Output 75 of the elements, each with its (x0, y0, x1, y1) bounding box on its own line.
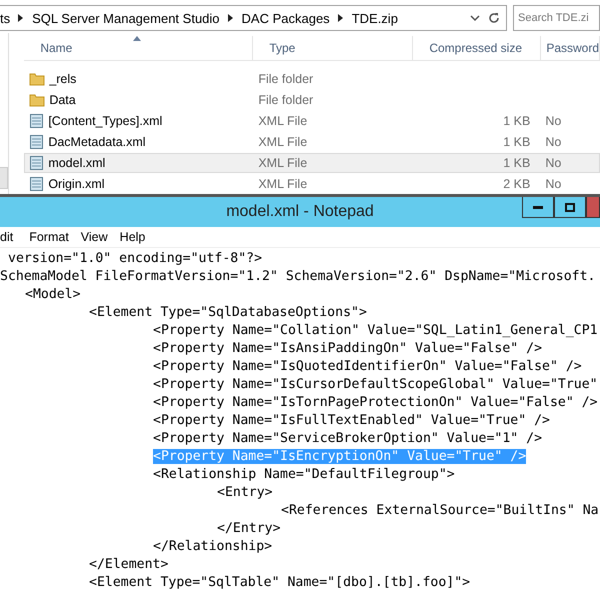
code-line: <Property Name="IsTornPageProtectionOn" Value="False" /> (153, 395, 598, 410)
file-row[interactable]: _rels File folder (24, 69, 600, 89)
file-row[interactable]: DacMetadata.xml XML File 1 KB No (24, 132, 600, 152)
chevron-icon (338, 14, 344, 22)
file-type: File folder (257, 93, 314, 107)
code-line: <Element Type="SqlDatabaseOptions"> (89, 305, 367, 320)
code-line: version="1.0" encoding="utf-8"?> (8, 251, 262, 266)
file-name: DacMetadata.xml (48, 135, 146, 149)
file-name: Origin.xml (48, 177, 105, 191)
code-line: <Element Type="SqlTable" Name="[dbo].[tb].foo]"> (89, 575, 470, 590)
file-type: XML File (257, 135, 308, 149)
breadcrumb-item[interactable]: SQL Server Management Studio (32, 10, 220, 26)
code-line: <Property Name="IsCursorDefaultScopeGlobal" Value="True" (153, 377, 598, 392)
chevron-icon (228, 14, 234, 22)
code-line: <Property Name="IsFullTextEnabled" Value="True" /> (153, 413, 550, 428)
column-header[interactable]: Password (541, 36, 600, 60)
file-size: 1 KB (503, 114, 532, 128)
chevron-icon (18, 14, 24, 22)
breadcrumb-item[interactable]: DAC Packages (242, 10, 330, 26)
code-line: <References ExternalSource="BuiltIns" Na (281, 503, 599, 518)
minimize-icon (533, 206, 543, 208)
file-name: [Content_Types].xml (48, 114, 162, 128)
document-icon (29, 155, 44, 171)
close-button[interactable] (586, 197, 600, 218)
file-row[interactable]: Data File folder (24, 90, 600, 110)
document-icon (29, 176, 44, 192)
code-line: <Property Name="ServiceBrokerOption" Value="1" /> (153, 431, 542, 446)
column-header[interactable]: Name (24, 36, 254, 60)
file-row[interactable]: [Content_Types].xml XML File 1 KB No (24, 111, 600, 131)
refresh-icon[interactable] (488, 12, 500, 24)
minimize-button[interactable] (522, 197, 554, 218)
file-name: model.xml (48, 156, 106, 170)
code-line: <Entry> (217, 485, 273, 500)
menu-item[interactable]: Format (29, 230, 69, 244)
file-name: Data (49, 93, 76, 107)
search-field[interactable]: Search TDE.zi (513, 5, 600, 31)
maximize-button[interactable] (554, 197, 586, 218)
maximize-icon (565, 202, 575, 212)
column-header[interactable]: Compressed size (413, 36, 542, 60)
code-line: </Entry> (217, 521, 281, 536)
file-name: _rels (49, 72, 76, 86)
file-password: No (544, 156, 562, 170)
file-type: XML File (257, 177, 308, 191)
document-icon (29, 134, 44, 150)
address-bar[interactable]: ts SQL Server Management Studio DAC Packages TDE.zip (0, 5, 507, 31)
file-size: 1 KB (503, 135, 532, 149)
document-icon (29, 113, 44, 129)
code-line: <Property Name="IsAnsiPaddingOn" Value="False" /> (153, 341, 542, 356)
code-line: </Relationship> (153, 539, 272, 554)
folder-icon (29, 93, 46, 107)
file-type: File folder (257, 72, 314, 86)
menu-item[interactable]: dit (0, 230, 14, 244)
code-line: SchemaModel FileFormatVersion="1.2" SchemaVersion="2.6" DspName="Microsoft. (0, 269, 596, 284)
code-line: <Relationship Name="DefaultFilegroup"> (153, 467, 455, 482)
menu-item[interactable]: Help (120, 230, 146, 244)
code-line: <Property Name="Collation" Value="SQL_Latin1_General_CP1 (153, 323, 598, 338)
window-title: model.xml - Notepad (226, 203, 374, 221)
file-password: No (544, 114, 562, 128)
file-row[interactable]: model.xml XML File 1 KB No (24, 153, 600, 173)
breadcrumb-item[interactable]: ts (0, 10, 10, 26)
column-header[interactable]: Type (253, 36, 414, 60)
file-type: XML File (257, 114, 308, 128)
code-line: </Element> (89, 557, 168, 572)
file-type: XML File (257, 156, 308, 170)
dropdown-icon[interactable] (470, 14, 480, 22)
file-password: No (544, 177, 562, 191)
folder-icon (29, 72, 46, 86)
file-row[interactable]: Origin.xml XML File 2 KB No (24, 174, 600, 194)
code-line: <Model> (25, 287, 81, 302)
menu-item[interactable]: View (80, 230, 108, 244)
code-line: <Property Name="IsQuotedIdentifierOn" Value="False" /> (153, 359, 582, 374)
file-size: 2 KB (503, 177, 532, 191)
breadcrumb-item[interactable]: TDE.zip (352, 10, 398, 26)
file-password: No (544, 135, 562, 149)
file-size: 1 KB (503, 156, 532, 170)
